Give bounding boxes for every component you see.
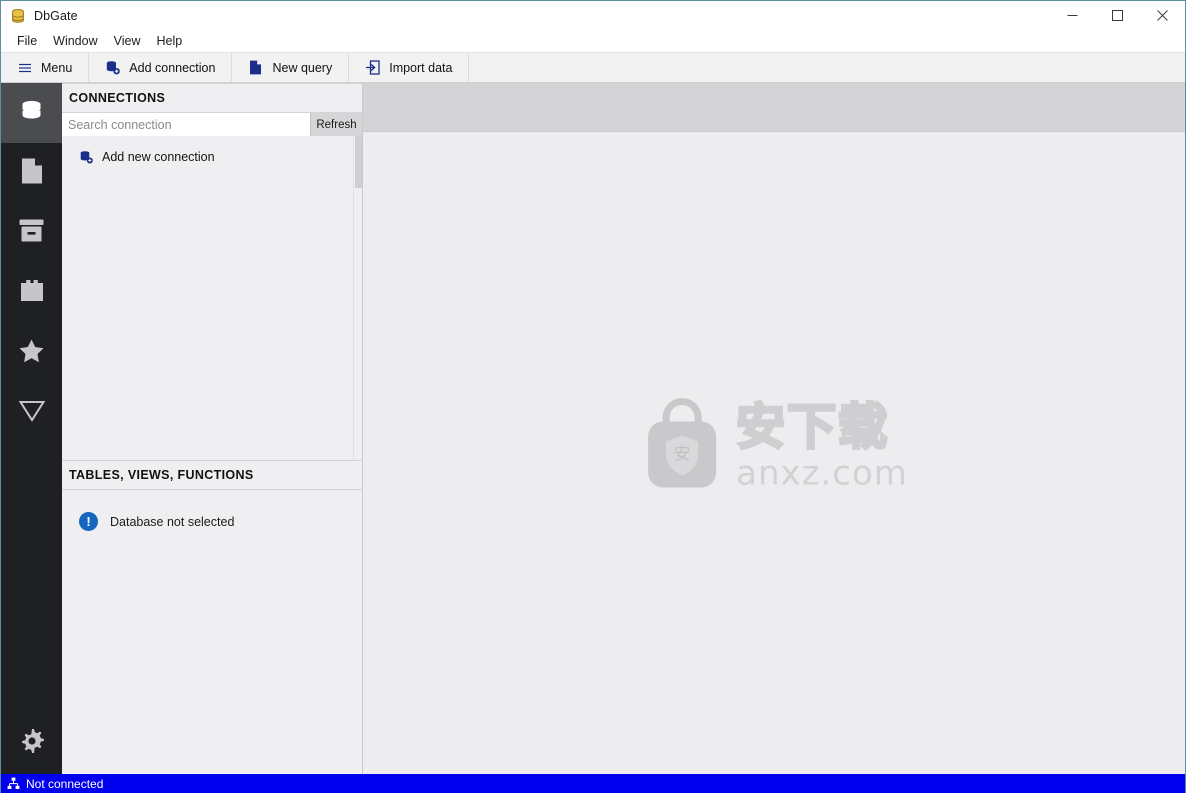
status-text: Not connected <box>26 776 104 791</box>
close-button[interactable] <box>1140 1 1185 30</box>
info-exclamation-icon: ! <box>79 512 98 531</box>
file-icon <box>248 60 263 75</box>
import-arrow-icon <box>365 60 380 75</box>
svg-text:安: 安 <box>674 444 691 464</box>
left-panel: CONNECTIONS Refresh <box>62 83 363 774</box>
file-icon <box>20 157 44 190</box>
database-not-selected-notice: ! Database not selected <box>62 512 362 531</box>
hamburger-icon <box>17 60 32 75</box>
watermark: 安 安下载 anxz.com <box>640 397 908 496</box>
editor-canvas[interactable]: 安 安下载 anxz.com <box>363 132 1185 774</box>
menu-bar: File Window View Help <box>1 30 1185 52</box>
archive-icon <box>18 218 45 248</box>
list-item-label: Add new connection <box>102 150 215 164</box>
sidebar-rail <box>1 83 62 774</box>
search-connection-input[interactable] <box>62 113 310 136</box>
sidebar-item-plugins[interactable] <box>1 263 62 323</box>
database-plus-icon <box>79 150 93 164</box>
refresh-button[interactable]: Refresh <box>310 113 362 136</box>
objects-panel-header: TABLES, VIEWS, FUNCTIONS <box>62 460 362 490</box>
menu-item-window[interactable]: Window <box>45 31 105 51</box>
application-window: DbGate File Window View Help Menu Add co… <box>0 0 1186 793</box>
tab-strip[interactable] <box>363 83 1185 132</box>
minimize-button[interactable] <box>1050 1 1095 30</box>
main-body: CONNECTIONS Refresh <box>1 83 1185 774</box>
list-item-add-new-connection[interactable]: Add new connection <box>62 146 362 168</box>
import-data-label: Import data <box>389 60 453 75</box>
menu-button-label: Menu <box>41 60 73 75</box>
gear-icon <box>18 727 46 760</box>
objects-panel: TABLES, VIEWS, FUNCTIONS ! Database not … <box>62 460 362 774</box>
database-icon <box>18 97 45 129</box>
add-connection-label: Add connection <box>129 60 216 75</box>
menu-item-help[interactable]: Help <box>149 31 191 51</box>
title-bar: DbGate <box>1 1 1185 30</box>
connections-scrollbar[interactable] <box>353 136 362 460</box>
import-data-button[interactable]: Import data <box>349 53 470 82</box>
watermark-chinese: 安下载 <box>735 398 890 456</box>
funnel-icon <box>18 399 46 428</box>
maximize-button[interactable] <box>1095 1 1140 30</box>
scrollbar-thumb[interactable] <box>355 136 362 188</box>
window-controls <box>1050 1 1185 30</box>
watermark-domain: anxz.com <box>736 453 908 494</box>
shield-bag-logo: 安 <box>640 397 724 496</box>
sidebar-item-filter[interactable] <box>1 383 62 443</box>
new-query-button[interactable]: New query <box>232 53 350 82</box>
notice-label: Database not selected <box>110 514 235 529</box>
new-query-label: New query <box>272 60 333 75</box>
watermark-text: 安下载 anxz.com <box>735 398 908 494</box>
status-bar: Not connected <box>1 774 1185 793</box>
main-content: 安 安下载 anxz.com <box>363 83 1185 774</box>
window-title: DbGate <box>34 8 78 23</box>
network-icon <box>7 777 20 790</box>
sidebar-item-settings[interactable] <box>1 712 62 774</box>
sidebar-item-files[interactable] <box>1 143 62 203</box>
plugin-icon <box>19 278 45 308</box>
database-icon <box>10 8 26 24</box>
objects-panel-body: ! Database not selected <box>62 490 362 774</box>
toolbar: Menu Add connection New query Import dat… <box>1 52 1185 83</box>
connections-panel-header: CONNECTIONS <box>62 83 362 113</box>
sidebar-item-connections[interactable] <box>1 83 62 143</box>
sidebar-item-archive[interactable] <box>1 203 62 263</box>
menu-item-view[interactable]: View <box>106 31 149 51</box>
menu-item-file[interactable]: File <box>9 31 45 51</box>
star-icon <box>18 338 45 369</box>
database-plus-icon <box>105 60 121 75</box>
add-connection-button[interactable]: Add connection <box>89 53 233 82</box>
sidebar-item-favorites[interactable] <box>1 323 62 383</box>
search-row: Refresh <box>62 113 362 136</box>
menu-button[interactable]: Menu <box>1 53 90 82</box>
connections-list: Add new connection <box>62 136 362 460</box>
